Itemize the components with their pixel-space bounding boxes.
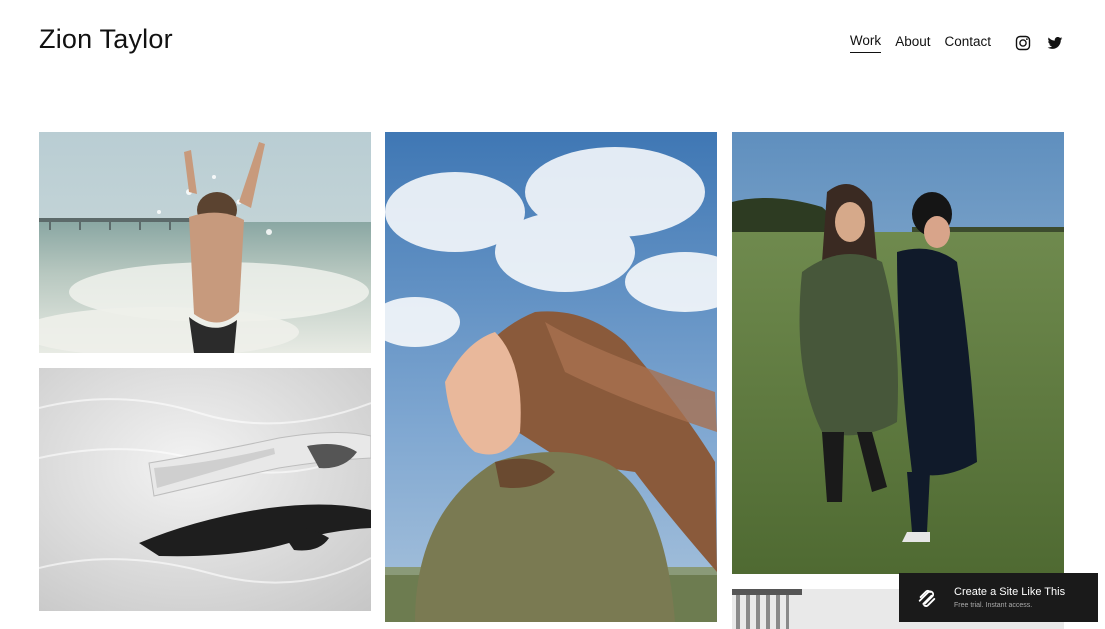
photo-two-walkers-field[interactable] xyxy=(732,132,1064,574)
nav-work-link[interactable]: Work xyxy=(849,32,882,53)
twitter-icon[interactable] xyxy=(1047,35,1063,51)
nav-about-link[interactable]: About xyxy=(895,33,930,53)
nav-contact-link[interactable]: Contact xyxy=(944,33,991,53)
squarespace-logo-icon xyxy=(916,587,938,609)
site-title[interactable]: Zion Taylor xyxy=(39,24,173,55)
photo-beach-splash[interactable] xyxy=(39,132,371,353)
main-nav: Work About Contact xyxy=(836,32,1063,53)
photo-sand-shadow-bw[interactable] xyxy=(39,368,371,611)
create-site-badge[interactable]: Create a Site Like This Free trial. Inst… xyxy=(899,573,1098,622)
instagram-icon[interactable] xyxy=(1015,35,1031,51)
badge-title: Create a Site Like This xyxy=(954,585,1066,598)
badge-subtitle: Free trial. Instant access. xyxy=(954,601,1033,609)
photo-windblown-hair[interactable] xyxy=(385,132,717,622)
